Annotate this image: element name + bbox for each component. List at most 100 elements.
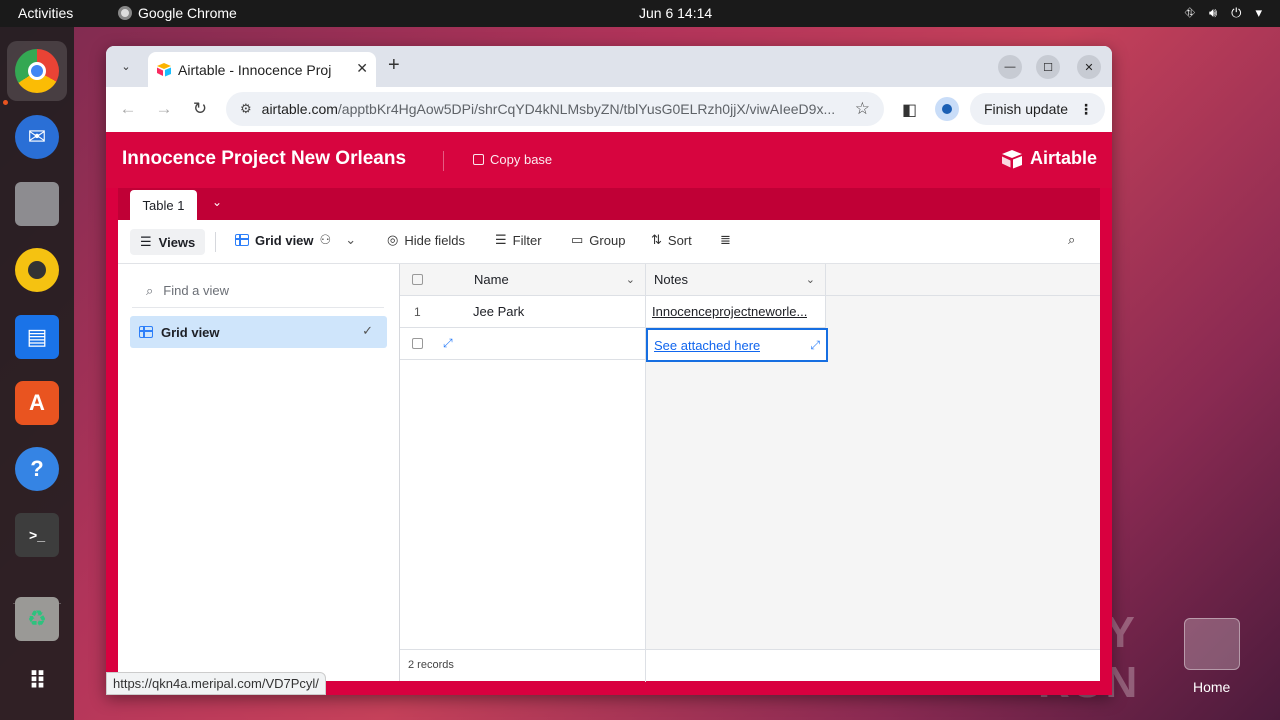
views-button[interactable]: ☰ Views xyxy=(130,229,206,255)
clock[interactable]: Jun 6 14:14 xyxy=(639,5,712,21)
chrome-icon xyxy=(118,6,132,20)
dock: ✉ ▤ A ? >_ ♻ ⠿ xyxy=(0,27,74,720)
airtable-logo-icon xyxy=(1000,149,1024,169)
profile-avatar[interactable] xyxy=(935,97,959,121)
forward-button[interactable]: → xyxy=(152,97,176,121)
tab-strip: ⌄ Airtable - Innocence Proj ✕ + — ☐ ✕ xyxy=(106,46,1112,87)
maximize-button[interactable]: ☐ xyxy=(1036,55,1060,79)
sort-icon: ⇅ xyxy=(651,232,662,247)
reload-button[interactable]: ↻ xyxy=(188,97,212,121)
records-count: 2 records xyxy=(408,659,454,671)
hide-fields-button[interactable]: ◎ Hide fields xyxy=(387,232,465,248)
status-url-bubble: https://qkn4a.meripal.com/VD7Pcyl/ xyxy=(106,672,326,695)
grid-view-switcher[interactable]: Grid view ⚇ ⌄ xyxy=(235,232,356,248)
trash-icon: ♻ xyxy=(15,597,59,641)
row-height-button[interactable]: ≣ xyxy=(720,232,731,248)
menu-dots-icon: ⋮ xyxy=(1079,100,1093,117)
expand-cell-icon[interactable]: ⤢ xyxy=(810,338,820,353)
grid-header-empty xyxy=(826,264,1100,296)
grid-empty-area xyxy=(400,360,646,649)
app-center-icon: A xyxy=(15,381,59,425)
url-text: airtable.com/apptbKr4HgAow5DPi/shrCqYD4k… xyxy=(261,101,836,117)
search-icon: ⌕ xyxy=(146,282,154,298)
sort-button[interactable]: ⇅ Sort xyxy=(651,232,692,248)
dock-writer[interactable]: ▤ xyxy=(7,307,67,367)
dock-app-center[interactable]: A xyxy=(7,373,67,433)
chevron-down-icon[interactable]: ⌄ xyxy=(806,273,815,286)
airtable-logo[interactable]: Airtable xyxy=(1000,148,1097,169)
help-icon: ? xyxy=(15,447,59,491)
view-bar-divider xyxy=(215,232,216,252)
grid-icon xyxy=(139,326,153,338)
browser-toolbar: ← → ↻ ⚙ airtable.com/apptbKr4HgAow5DPi/s… xyxy=(106,87,1112,132)
side-panel-icon[interactable]: ◧ xyxy=(902,100,917,120)
dock-help[interactable]: ? xyxy=(7,439,67,499)
chevron-down-icon[interactable]: ⌄ xyxy=(212,195,222,209)
tab-table-1[interactable]: Table 1 xyxy=(130,190,197,220)
grid-header-name[interactable]: Name ⌄ xyxy=(400,264,646,296)
finish-update-button[interactable]: Finish update ⋮ xyxy=(970,93,1105,125)
files-icon xyxy=(15,182,59,226)
select-all-checkbox[interactable] xyxy=(412,274,423,285)
hamburger-icon: ☰ xyxy=(140,234,152,249)
thunderbird-icon: ✉ xyxy=(15,115,59,159)
table-row[interactable]: 1 Jee Park xyxy=(400,296,646,328)
dock-thunderbird[interactable]: ✉ xyxy=(7,107,67,167)
tab-search-button[interactable]: ⌄ xyxy=(115,55,137,77)
filter-button[interactable]: ☰ Filter xyxy=(495,232,542,248)
collaborators-icon: ⚇ xyxy=(319,232,332,247)
copy-base-button[interactable]: Copy base xyxy=(473,152,552,167)
new-tab-button[interactable]: + xyxy=(388,54,400,77)
notes-link[interactable]: See attached here xyxy=(654,338,760,353)
network-icon: ⛗ xyxy=(1184,5,1195,20)
cell-name[interactable]: Jee Park xyxy=(473,304,524,319)
chevron-down-icon: ⌄ xyxy=(345,232,357,247)
cell-notes-selected[interactable]: See attached here ⤢ xyxy=(646,328,828,362)
tab-close-icon[interactable]: ✕ xyxy=(356,60,368,77)
tab-title: Airtable - Innocence Proj xyxy=(178,61,332,78)
check-icon: ✓ xyxy=(362,323,373,338)
app-name: Google Chrome xyxy=(138,5,237,21)
cell-notes[interactable]: Innocenceprojectneworle... xyxy=(646,296,826,328)
site-info-icon[interactable]: ⚙ xyxy=(240,101,252,117)
grid-header-notes[interactable]: Notes ⌄ xyxy=(646,264,826,296)
home-folder-icon[interactable] xyxy=(1184,618,1240,670)
group-button[interactable]: ▭ Group xyxy=(571,232,625,248)
sidebar-item-grid-view[interactable]: Grid view ✓ xyxy=(130,316,387,348)
close-window-button[interactable]: ✕ xyxy=(1077,55,1101,79)
app-grid-icon: ⠿ xyxy=(28,667,47,695)
app-menu[interactable]: Google Chrome xyxy=(118,5,237,21)
power-icon: ⏻ xyxy=(1231,5,1242,20)
row-checkbox[interactable] xyxy=(412,338,423,349)
dock-trash[interactable]: ♻ xyxy=(7,589,67,649)
system-tray[interactable]: ⛗ 🔊︎ ⏻ ▾ xyxy=(1185,5,1262,21)
grid-icon xyxy=(235,234,249,246)
search-button[interactable]: ⌕ xyxy=(1068,232,1075,248)
table-row[interactable]: ⤢ xyxy=(400,328,646,360)
group-icon: ▭ xyxy=(571,232,584,247)
filter-icon: ☰ xyxy=(495,232,507,247)
expand-record-icon[interactable]: ⤢ xyxy=(443,336,453,351)
bookmark-star-icon[interactable]: ☆ xyxy=(855,99,870,119)
chevron-down-icon[interactable]: ⌄ xyxy=(626,273,635,286)
search-icon: ⌕ xyxy=(1068,232,1076,247)
dock-files[interactable] xyxy=(7,174,67,234)
airtable-favicon-icon xyxy=(156,62,172,78)
row-height-icon: ≣ xyxy=(720,232,731,247)
browser-tab[interactable]: Airtable - Innocence Proj ✕ xyxy=(148,52,376,87)
minimize-button[interactable]: — xyxy=(998,55,1022,79)
find-view-input[interactable]: ⌕ Find a view xyxy=(132,274,384,308)
back-button[interactable]: ← xyxy=(116,97,140,121)
header-divider xyxy=(443,151,444,171)
data-grid: Name ⌄ Notes ⌄ 1 Jee Park Innocenceproje… xyxy=(400,264,1100,681)
views-sidebar: ⌕ Find a view Grid view ✓ xyxy=(118,264,400,681)
address-bar[interactable]: ⚙ airtable.com/apptbKr4HgAow5DPi/shrCqYD… xyxy=(226,92,884,126)
dock-app-grid[interactable]: ⠿ xyxy=(7,651,67,711)
activities-button[interactable]: Activities xyxy=(18,5,73,21)
view-bar: ☰ Views Grid view ⚇ ⌄ ◎ Hide fields ☰ Fi… xyxy=(118,220,1100,264)
dock-chrome[interactable] xyxy=(7,41,67,101)
dock-rhythmbox[interactable] xyxy=(7,240,67,300)
running-indicator xyxy=(3,100,8,105)
dock-terminal[interactable]: >_ xyxy=(7,505,67,565)
notes-link[interactable]: Innocenceprojectneworle... xyxy=(652,304,807,319)
